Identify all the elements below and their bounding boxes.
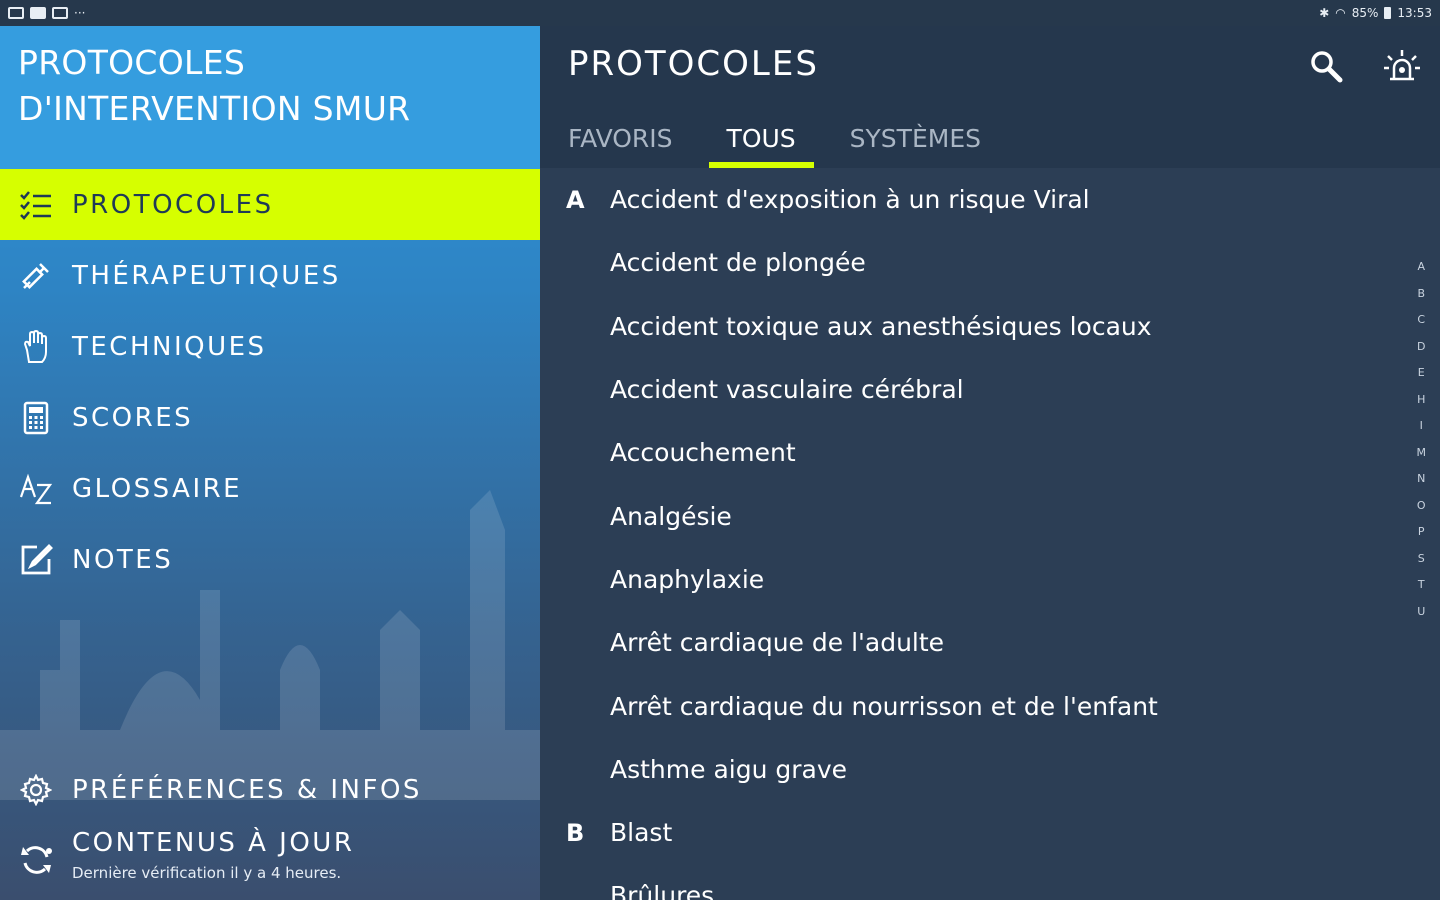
tab-systemes[interactable]: SYSTÈMES (850, 116, 981, 168)
more-notifications-dots: ··· (74, 6, 86, 20)
protocol-name: Analgésie (610, 501, 732, 531)
search-icon (1311, 51, 1343, 83)
list-item[interactable]: A Accident d'exposition à un risque Viral (540, 168, 1440, 231)
index-letter[interactable]: C (1417, 307, 1425, 334)
protocol-name: Accident vasculaire cérébral (610, 375, 964, 405)
index-letter[interactable]: A (1417, 254, 1425, 281)
navigation-drawer: PROTOCOLES D'INTERVENTION SMUR PROTOCOLE… (0, 26, 540, 900)
nav-item-therapeutiques[interactable]: THÉRAPEUTIQUES (0, 240, 540, 311)
list-item[interactable]: Arrêt cardiaque du nourrisson et de l'en… (540, 674, 1440, 737)
main-panel: PROTOCOLES FAVORIS TOUS SYSTÈMES A Accide… (540, 26, 1440, 900)
sync-icon (18, 842, 54, 878)
last-check-text: Dernière vérification il y a 4 heures. (72, 864, 342, 882)
status-bar: ··· ✱ ◠ 85% 13:53 (0, 0, 1440, 26)
tab-tous[interactable]: TOUS (708, 116, 814, 168)
index-letter[interactable]: O (1417, 493, 1426, 520)
list-item[interactable]: B Blast (540, 801, 1440, 864)
protocol-name: Arrêt cardiaque du nourrisson et de l'en… (610, 691, 1158, 721)
index-letter[interactable]: I (1420, 413, 1423, 440)
battery-percent: 85% (1351, 6, 1379, 20)
list-item[interactable]: Accident vasculaire cérébral (540, 358, 1440, 421)
hand-icon (18, 329, 54, 365)
drawer-footer: PRÉFÉRENCES & INFOS CONTENUS À JOUR Dern… (0, 760, 540, 900)
protocol-list: A Accident d'exposition à un risque Viral… (540, 168, 1440, 900)
emergency-button[interactable] (1382, 46, 1422, 86)
protocol-name: Brûlures (610, 881, 715, 900)
protocol-name: Accident toxique aux anesthésiques locau… (610, 311, 1152, 341)
nav-item-content-update[interactable]: CONTENUS À JOUR Dernière vérification il… (0, 820, 540, 900)
gear-icon (18, 772, 54, 808)
nav-item-protocoles[interactable]: PROTOCOLES (0, 169, 540, 240)
protocol-name: Arrêt cardiaque de l'adulte (610, 628, 945, 658)
protocol-name: Blast (610, 818, 673, 848)
index-letter[interactable]: S (1418, 546, 1425, 573)
list-item[interactable]: Anaphylaxie (540, 548, 1440, 611)
bluetooth-icon: ✱ (1319, 6, 1330, 20)
drawer-header: PROTOCOLES D'INTERVENTION SMUR (0, 26, 540, 169)
list-item[interactable]: Brûlures (540, 864, 1440, 900)
list-item[interactable]: Analgésie (540, 484, 1440, 547)
list-item[interactable]: Accident de plongée (540, 231, 1440, 294)
clock: 13:53 (1397, 6, 1432, 20)
protocol-name: Accident de plongée (610, 248, 866, 278)
nav-label-preferences: PRÉFÉRENCES & INFOS (72, 775, 422, 805)
protocol-name: Accouchement (610, 438, 796, 468)
city-skyline-decoration (0, 490, 540, 800)
alphabet-index[interactable]: A B C D E H I M N O P S T U (1417, 254, 1427, 625)
wifi-icon: ◠ (1335, 6, 1346, 20)
list-item[interactable]: Accouchement (540, 421, 1440, 484)
list-item[interactable]: Arrêt cardiaque de l'adulte (540, 611, 1440, 674)
app-title: PROTOCOLES D'INTERVENTION SMUR (18, 43, 411, 128)
index-letter[interactable]: P (1418, 519, 1425, 546)
index-letter[interactable]: B (1417, 281, 1425, 308)
syringe-icon (18, 258, 54, 294)
update-status-label: CONTENUS À JOUR (72, 828, 355, 858)
protocol-name: Anaphylaxie (610, 564, 765, 594)
search-button[interactable] (1306, 46, 1346, 86)
alarm-light-icon (1384, 50, 1420, 81)
list-item[interactable]: Asthme aigu grave (540, 738, 1440, 801)
calculator-icon (18, 400, 54, 436)
section-letter: B (566, 818, 585, 847)
protocol-name: Accident d'exposition à un risque Viral (610, 185, 1090, 215)
tab-favoris[interactable]: FAVORIS (568, 116, 673, 168)
edit-icon (52, 7, 68, 19)
nav-label-techniques: TECHNIQUES (72, 331, 267, 362)
index-letter[interactable]: D (1417, 334, 1425, 361)
nav-item-techniques[interactable]: TECHNIQUES (0, 311, 540, 382)
index-letter[interactable]: U (1417, 599, 1425, 626)
nav-label-therapeutiques: THÉRAPEUTIQUES (72, 260, 341, 291)
section-letter: A (566, 185, 585, 214)
gallery-icon (8, 7, 24, 19)
nav-label-protocoles: PROTOCOLES (72, 189, 274, 220)
index-letter[interactable]: M (1417, 440, 1427, 467)
nav-label-scores: SCORES (72, 402, 194, 433)
list-item[interactable]: Accident toxique aux anesthésiques locau… (540, 295, 1440, 358)
index-letter[interactable]: N (1417, 466, 1425, 493)
index-letter[interactable]: E (1418, 360, 1425, 387)
media-icon (30, 7, 46, 19)
app-bar: PROTOCOLES FAVORIS TOUS SYSTÈMES (540, 26, 1440, 168)
nav-item-scores[interactable]: SCORES (0, 382, 540, 453)
index-letter[interactable]: H (1417, 387, 1425, 414)
battery-icon (1384, 7, 1392, 19)
checklist-icon (18, 187, 54, 223)
tab-bar: FAVORIS TOUS SYSTÈMES (540, 116, 1035, 168)
protocol-name: Asthme aigu grave (610, 754, 848, 784)
nav-item-preferences[interactable]: PRÉFÉRENCES & INFOS (0, 760, 540, 820)
index-letter[interactable]: T (1418, 572, 1425, 599)
page-title: PROTOCOLES (568, 44, 819, 84)
